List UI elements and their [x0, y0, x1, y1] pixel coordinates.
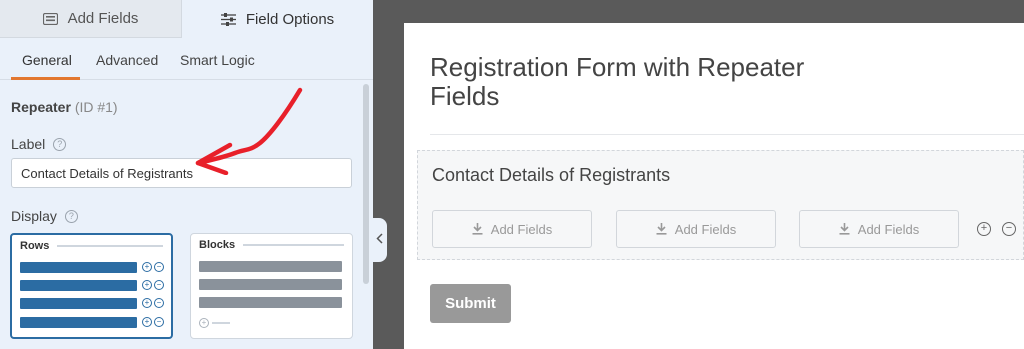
- blocks-card-header: Blocks: [199, 239, 344, 251]
- panel-scrollbar[interactable]: [363, 84, 369, 284]
- submit-button[interactable]: Submit: [430, 284, 511, 323]
- plus-icon: +: [142, 298, 152, 308]
- field-heading: Repeater (ID #1): [11, 99, 118, 115]
- field-id: (ID #1): [74, 99, 118, 115]
- add-fields-label: Add Fields: [857, 221, 920, 237]
- row-add-remove-icons: + −: [142, 298, 164, 308]
- sub-tabs: General Advanced Smart Logic: [0, 38, 373, 80]
- label-row: Label ?: [11, 136, 67, 152]
- rows-card-title: Rows: [20, 240, 50, 252]
- remove-row-icon[interactable]: −: [1002, 222, 1016, 236]
- tab-advanced[interactable]: Advanced: [96, 52, 158, 68]
- active-tab-indicator: [11, 77, 80, 80]
- display-option-rows[interactable]: Rows + − + − + − + −: [10, 233, 173, 339]
- list-icon: [42, 12, 58, 25]
- label-caption: Label: [11, 136, 46, 152]
- minus-icon: −: [154, 280, 164, 290]
- label-input[interactable]: Contact Details of Registrants: [11, 158, 352, 188]
- block-bar: [199, 297, 342, 308]
- tab-general[interactable]: General: [22, 52, 72, 68]
- chevron-left-icon: [375, 231, 383, 249]
- repeater-field[interactable]: Contact Details of Registrants Add Field…: [417, 150, 1024, 260]
- minus-icon: −: [154, 298, 164, 308]
- tab-add-fields-label: Add Fields: [67, 10, 139, 27]
- field-type: Repeater: [11, 99, 71, 115]
- display-caption: Display: [11, 208, 57, 224]
- header-line: [243, 244, 344, 246]
- add-fields-label: Add Fields: [490, 221, 553, 237]
- tab-add-fields[interactable]: Add Fields: [0, 0, 182, 38]
- download-icon: [656, 223, 667, 235]
- plus-icon: +: [142, 280, 152, 290]
- help-icon[interactable]: ?: [53, 137, 67, 151]
- download-icon: [839, 223, 850, 235]
- add-fields-label: Add Fields: [674, 221, 737, 237]
- block-bar: [199, 279, 342, 290]
- help-icon[interactable]: ?: [64, 209, 78, 223]
- plus-icon: +: [199, 318, 209, 328]
- form-preview: Registration Form with Repeater Fields C…: [404, 23, 1024, 349]
- minus-icon: −: [154, 262, 164, 272]
- add-line: [212, 322, 230, 324]
- download-icon: [472, 223, 483, 235]
- repeater-label: Contact Details of Registrants: [432, 165, 671, 185]
- row-bar: [20, 280, 137, 291]
- row-bar: [20, 298, 137, 309]
- display-row: Display ?: [11, 208, 78, 224]
- add-fields-button[interactable]: Add Fields: [432, 210, 592, 248]
- collapse-panel-button[interactable]: [371, 218, 387, 262]
- field-options-panel: Add Fields Field Options General Advance…: [0, 0, 373, 349]
- minus-icon: −: [154, 317, 164, 327]
- row-bar: [20, 317, 137, 328]
- tab-field-options[interactable]: Field Options: [182, 0, 373, 38]
- form-title: Registration Form with Repeater Fields: [430, 52, 805, 111]
- header-line: [57, 245, 163, 247]
- add-fields-button[interactable]: Add Fields: [616, 210, 776, 248]
- panel-tabs: Add Fields Field Options: [0, 0, 373, 38]
- add-fields-button[interactable]: Add Fields: [799, 210, 959, 248]
- plus-icon: +: [142, 317, 152, 327]
- blocks-add-row: +: [199, 318, 230, 328]
- sliders-icon: [220, 12, 236, 26]
- blocks-card-title: Blocks: [199, 239, 236, 251]
- add-row-icon[interactable]: +: [977, 222, 991, 236]
- plus-icon: +: [142, 262, 152, 272]
- divider: [430, 134, 1024, 135]
- rows-card-header: Rows: [20, 240, 163, 252]
- row-add-remove-icons: + −: [142, 317, 164, 327]
- row-add-remove-icons: + −: [142, 262, 164, 272]
- row-bar: [20, 262, 137, 273]
- tab-field-options-label: Field Options: [245, 10, 335, 28]
- display-option-blocks[interactable]: Blocks +: [190, 233, 353, 339]
- tab-smart-logic[interactable]: Smart Logic: [180, 52, 255, 68]
- block-bar: [199, 261, 342, 272]
- row-add-remove-icons: + −: [142, 280, 164, 290]
